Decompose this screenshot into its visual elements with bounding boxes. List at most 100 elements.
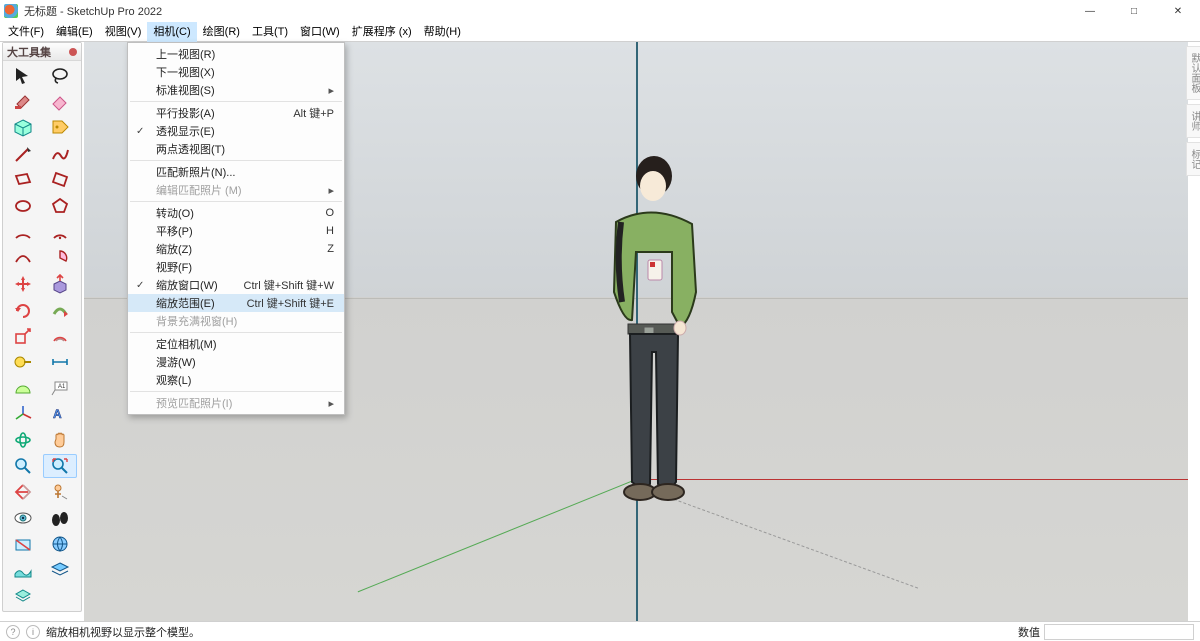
tool-rotate[interactable] — [6, 298, 40, 322]
tool-dimension[interactable] — [43, 350, 77, 374]
tool-move[interactable] — [6, 272, 40, 296]
large-toolset-palette[interactable]: 大工具集 — [2, 42, 82, 612]
dd-sep — [130, 101, 342, 102]
dd-look[interactable]: 观察(L) — [128, 371, 344, 389]
menu-window[interactable]: 窗口(W) — [294, 22, 346, 42]
dd-zoom-background: 背景充满视窗(H) — [128, 312, 344, 330]
palette-title-bar[interactable]: 大工具集 — [3, 43, 81, 61]
menu-help[interactable]: 帮助(H) — [418, 22, 467, 42]
tool-pie[interactable] — [43, 246, 77, 270]
dd-parallel[interactable]: 平行投影(A)Alt 键+P — [128, 104, 344, 122]
status-info-icon[interactable]: i — [26, 625, 40, 639]
dd-position-camera[interactable]: 定位相机(M) — [128, 335, 344, 353]
tool-followme[interactable] — [43, 298, 77, 322]
tool-freehand[interactable] — [43, 142, 77, 166]
axis-red — [636, 479, 1188, 480]
dd-perspective[interactable]: ✓透视显示(E) — [128, 122, 344, 140]
app-logo-icon — [4, 4, 18, 18]
tray-instructor[interactable]: 讲师 — [1186, 104, 1200, 138]
dd-sep — [130, 160, 342, 161]
camera-dropdown: 上一视图(R) 下一视图(X) 标准视图(S)▸ 平行投影(A)Alt 键+P … — [127, 42, 345, 415]
dd-zoom-window[interactable]: ✓缩放窗口(W)Ctrl 键+Shift 键+W — [128, 276, 344, 294]
status-bar: ? i 缩放相机视野以显示整个模型。 数值 — [0, 621, 1200, 641]
menu-file[interactable]: 文件(F) — [2, 22, 50, 42]
tool-outliner[interactable] — [6, 584, 40, 608]
menu-draw[interactable]: 绘图(R) — [197, 22, 246, 42]
minimize-button[interactable]: — — [1068, 0, 1112, 22]
maximize-button[interactable]: □ — [1112, 0, 1156, 22]
tray-default[interactable]: 默认面板 — [1186, 46, 1200, 100]
svg-text:A: A — [53, 407, 62, 421]
tool-circle[interactable] — [6, 194, 40, 218]
dd-next-view[interactable]: 下一视图(X) — [128, 63, 344, 81]
tool-zoom[interactable] — [6, 454, 40, 478]
tool-paint[interactable] — [6, 90, 40, 114]
menu-ext[interactable]: 扩展程序 (x) — [346, 22, 418, 42]
dd-two-point[interactable]: 两点透视图(T) — [128, 140, 344, 158]
tool-polygon[interactable] — [43, 194, 77, 218]
tool-eraser[interactable] — [43, 90, 77, 114]
dd-zoom-extents[interactable]: 缩放范围(E)Ctrl 键+Shift 键+E — [128, 294, 344, 312]
menu-tools[interactable]: 工具(T) — [246, 22, 294, 42]
tool-axes[interactable] — [6, 402, 40, 426]
tool-sandbox[interactable] — [6, 558, 40, 582]
tool-grid: A1 A — [3, 61, 81, 611]
tool-position-camera[interactable] — [43, 480, 77, 504]
tool-tape[interactable] — [6, 350, 40, 374]
menu-view[interactable]: 视图(V) — [99, 22, 148, 42]
check-icon: ✓ — [136, 126, 144, 137]
dd-pan[interactable]: 平移(P)H — [128, 222, 344, 240]
tool-offset[interactable] — [43, 324, 77, 348]
tool-prev-view[interactable] — [6, 480, 40, 504]
dd-orbit[interactable]: 转动(O)O — [128, 204, 344, 222]
tool-arc-2pt[interactable] — [6, 220, 40, 244]
tool-zoom-extents[interactable] — [43, 454, 77, 478]
dd-zoom[interactable]: 缩放(Z)Z — [128, 240, 344, 258]
tray-tags[interactable]: 标记 — [1186, 142, 1200, 176]
tool-line[interactable] — [6, 142, 40, 166]
tool-rectangle[interactable] — [6, 168, 40, 192]
menu-bar: 文件(F) 编辑(E) 视图(V) 相机(C) 绘图(R) 工具(T) 窗口(W… — [0, 22, 1200, 42]
dd-prev-view[interactable]: 上一视图(R) — [128, 45, 344, 63]
svg-text:A1: A1 — [58, 384, 66, 390]
dd-sep — [130, 391, 342, 392]
workspace: 默认面板 讲师 标记 大工具集 — [0, 42, 1200, 621]
tool-orbit[interactable] — [6, 428, 40, 452]
palette-pin-icon[interactable] — [69, 48, 77, 56]
tool-tag[interactable] — [43, 116, 77, 140]
tool-scale[interactable] — [6, 324, 40, 348]
tool-component[interactable] — [6, 116, 40, 140]
dd-walk[interactable]: 漫游(W) — [128, 353, 344, 371]
value-label: 数值 — [1018, 624, 1040, 640]
value-input[interactable] — [1044, 624, 1194, 640]
tool-walk[interactable] — [43, 506, 77, 530]
title-bar: 无标题 - SketchUp Pro 2022 — □ ✕ — [0, 0, 1200, 22]
tool-lasso[interactable] — [43, 64, 77, 88]
tool-arc-3pt[interactable] — [6, 246, 40, 270]
tool-arc-center[interactable] — [43, 220, 77, 244]
tool-pan[interactable] — [43, 428, 77, 452]
menu-edit[interactable]: 编辑(E) — [50, 22, 99, 42]
tool-rotated-rect[interactable] — [43, 168, 77, 192]
menu-camera[interactable]: 相机(C) — [147, 22, 196, 42]
tool-pushpull[interactable] — [43, 272, 77, 296]
tool-geolocation[interactable] — [43, 532, 77, 556]
close-button[interactable]: ✕ — [1156, 0, 1200, 22]
dd-sep — [130, 332, 342, 333]
tool-text[interactable]: A1 — [43, 376, 77, 400]
tool-look[interactable] — [6, 506, 40, 530]
tool-protractor[interactable] — [6, 376, 40, 400]
dd-sep — [130, 201, 342, 202]
submenu-arrow-icon: ▸ — [328, 184, 334, 197]
dd-standard-views[interactable]: 标准视图(S)▸ — [128, 81, 344, 99]
tool-3dtext[interactable]: A — [43, 402, 77, 426]
check-icon: ✓ — [136, 280, 144, 291]
window-controls: — □ ✕ — [1068, 0, 1200, 22]
dd-match-new-photo[interactable]: 匹配新照片(N)... — [128, 163, 344, 181]
tool-layers[interactable] — [43, 558, 77, 582]
status-help-icon[interactable]: ? — [6, 625, 20, 639]
tool-select[interactable] — [6, 64, 40, 88]
tool-section[interactable] — [6, 532, 40, 556]
dd-fov[interactable]: 视野(F) — [128, 258, 344, 276]
dd-preview-match-photo: 预览匹配照片(I)▸ — [128, 394, 344, 412]
